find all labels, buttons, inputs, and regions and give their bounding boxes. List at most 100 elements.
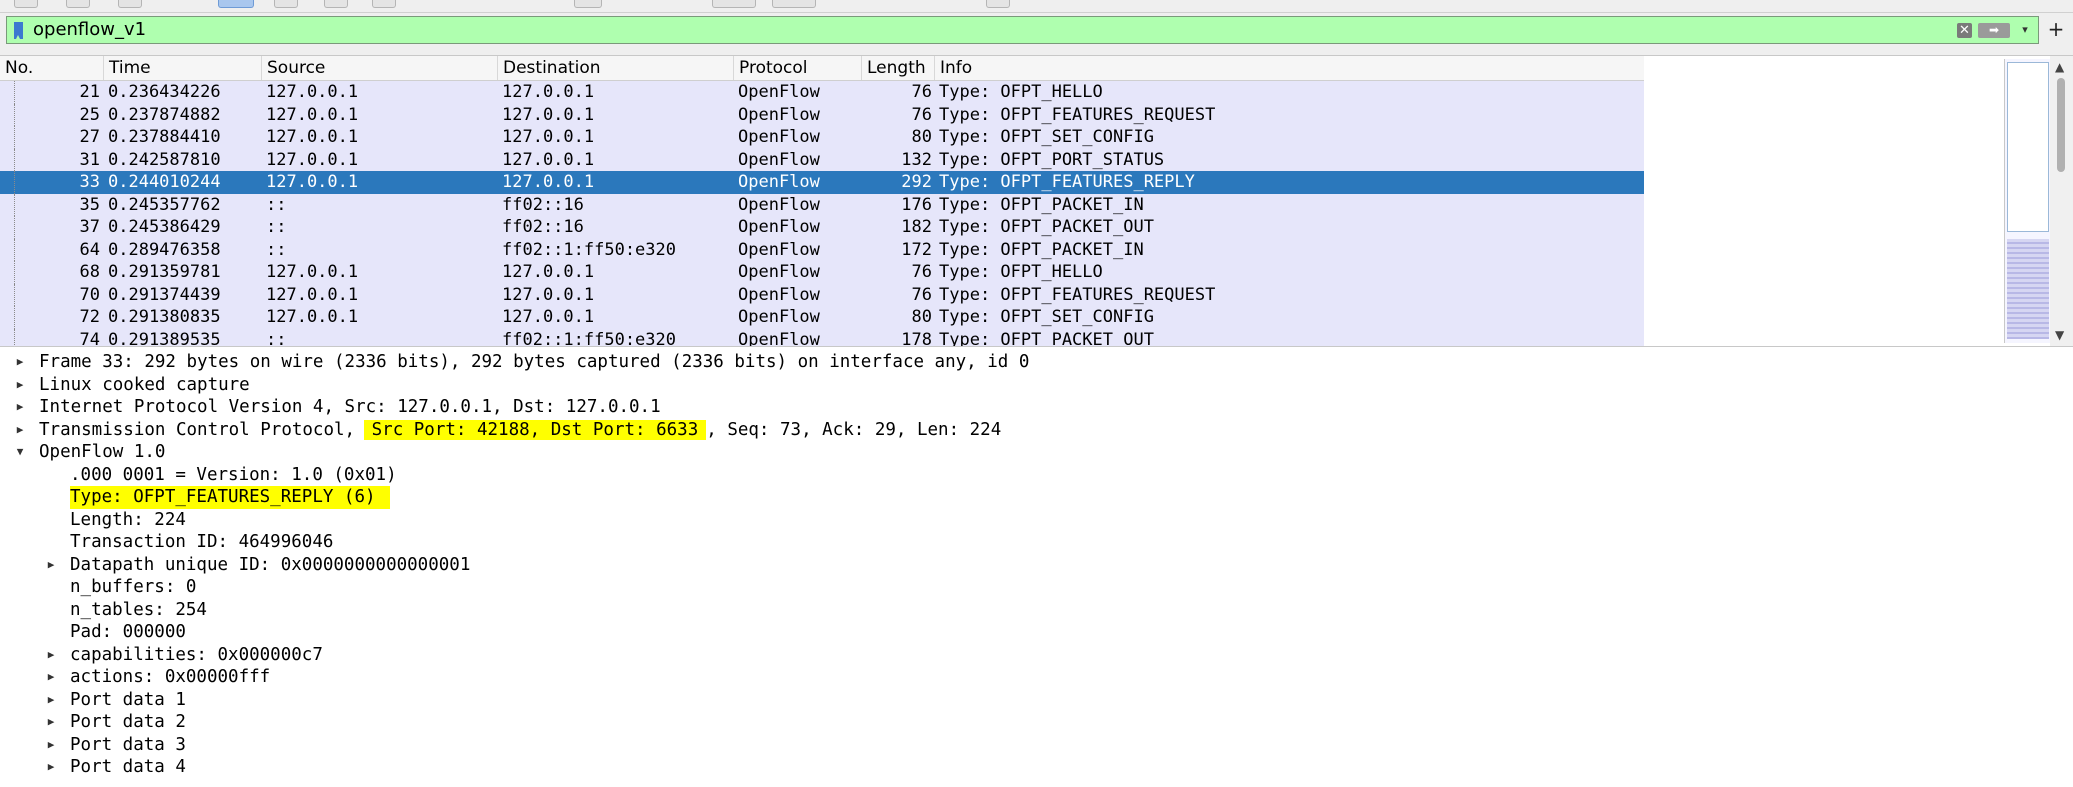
cell-no: 25 <box>79 104 100 125</box>
cell-time: 0.289476358 <box>108 239 221 260</box>
triangle-right-icon[interactable]: ▶ <box>45 711 57 734</box>
table-row[interactable]: 31 0.242587810 127.0.0.1 127.0.0.1 OpenFlow 1… <box>0 148 1644 171</box>
detail-type-highlight[interactable]: Type: OFPT_FEATURES_REPLY (6) <box>70 486 390 509</box>
add-filter-button[interactable]: + <box>2045 16 2067 42</box>
column-header-destination[interactable]: Destination <box>498 56 734 80</box>
cell-length: 178 <box>901 329 932 347</box>
cell-protocol: OpenFlow <box>738 104 820 125</box>
apply-arrow-icon[interactable]: ➡ <box>1978 23 2010 38</box>
table-row[interactable]: 21 0.236434226 127.0.0.1 127.0.0.1 OpenFlow 7… <box>0 81 1644 104</box>
chevron-down-icon[interactable]: ▾ <box>2018 21 2032 39</box>
cell-info: Type: OFPT_SET_CONFIG <box>939 127 1154 147</box>
display-filter-text[interactable]: openflow_v1 <box>33 19 146 41</box>
toolbar-button-active[interactable] <box>218 0 254 8</box>
triangle-right-icon[interactable]: ▶ <box>14 351 26 374</box>
detail-port-data-1[interactable]: Port data 1 <box>70 689 186 712</box>
detail-ipv4[interactable]: Internet Protocol Version 4, Src: 127.0.… <box>39 396 661 419</box>
table-row[interactable]: 72 0.291380835 127.0.0.1 127.0.0.1 OpenFlow 8… <box>0 306 1644 329</box>
table-row[interactable]: 64 0.289476358:: ff02::1:ff50:e320 OpenFlow… <box>0 238 1644 261</box>
table-row[interactable]: 68 0.291359781 127.0.0.1 127.0.0.1 OpenFlow 7… <box>0 261 1644 284</box>
toolbar-button[interactable] <box>274 0 298 8</box>
cell-protocol: OpenFlow <box>738 262 820 282</box>
triangle-right-icon[interactable]: ▶ <box>45 689 57 712</box>
cell-destination: ff02::16 <box>502 194 584 215</box>
detail-version[interactable]: .000 0001 = Version: 1.0 (0x01) <box>70 464 397 487</box>
detail-datapath-id[interactable]: Datapath unique ID: 0x0000000000000001 <box>70 554 470 577</box>
detail-actions[interactable]: actions: 0x00000fff <box>70 666 270 689</box>
toolbar-button[interactable] <box>66 0 90 8</box>
scroll-down-icon[interactable]: ▼ <box>2055 328 2064 342</box>
detail-length[interactable]: Length: 224 <box>70 509 186 532</box>
cell-destination: 127.0.0.1 <box>502 307 595 327</box>
column-header-source[interactable]: Source <box>262 56 498 80</box>
triangle-down-icon[interactable]: ▼ <box>14 441 26 464</box>
toolbar-button[interactable] <box>372 0 396 8</box>
triangle-right-icon[interactable]: ▶ <box>14 396 26 419</box>
triangle-right-icon[interactable]: ▶ <box>14 374 26 397</box>
clear-icon[interactable]: ✕ <box>1957 23 1972 38</box>
packet-list-scrollbar[interactable]: ▲ ▼ <box>2050 56 2073 346</box>
cell-source: 127.0.0.1 <box>266 172 359 192</box>
packet-list[interactable]: No. Time Source Destination Protocol Len… <box>0 55 2073 347</box>
display-filter-input[interactable]: openflow_v1 ✕ ➡ ▾ <box>6 16 2039 44</box>
column-header-length[interactable]: Length <box>862 56 935 80</box>
triangle-right-icon[interactable]: ▶ <box>45 734 57 757</box>
cell-length: 292 <box>901 172 932 192</box>
minimap-viewport[interactable] <box>2007 62 2049 232</box>
toolbar-button[interactable] <box>118 0 142 8</box>
scrollbar-thumb[interactable] <box>2057 78 2065 172</box>
triangle-right-icon[interactable]: ▶ <box>14 419 26 442</box>
triangle-right-icon[interactable]: ▶ <box>45 554 57 577</box>
detail-frame[interactable]: Frame 33: 292 bytes on wire (2336 bits),… <box>39 351 1029 374</box>
table-row[interactable]: 25 0.237874882 127.0.0.1 127.0.0.1 OpenFlow 7… <box>0 103 1644 126</box>
cell-no: 64 <box>79 239 100 260</box>
cell-destination: 127.0.0.1 <box>502 82 595 102</box>
toolbar-button[interactable] <box>14 0 38 8</box>
cell-destination: ff02::16 <box>502 217 584 237</box>
cell-no: 35 <box>79 194 100 215</box>
detail-port-data-3[interactable]: Port data 3 <box>70 734 186 757</box>
bookmark-icon[interactable] <box>14 22 23 39</box>
column-header-info[interactable]: Info <box>935 56 1644 80</box>
detail-openflow[interactable]: OpenFlow 1.0 <box>39 441 165 464</box>
triangle-right-icon[interactable]: ▶ <box>45 666 57 689</box>
table-row[interactable]: 27 0.237884410 127.0.0.1 127.0.0.1 OpenFlow 8… <box>0 126 1644 149</box>
triangle-right-icon[interactable]: ▶ <box>45 756 57 779</box>
toolbar-button[interactable] <box>324 0 348 8</box>
column-header-protocol[interactable]: Protocol <box>734 56 862 80</box>
detail-n-buffers[interactable]: n_buffers: 0 <box>70 576 196 599</box>
packet-rows: 21 0.236434226 127.0.0.1 127.0.0.1 OpenFlow 7… <box>0 81 1644 347</box>
packet-minimap[interactable] <box>2004 59 2051 343</box>
scroll-up-icon[interactable]: ▲ <box>2055 60 2064 74</box>
cell-no: 27 <box>79 127 100 147</box>
toolbar-button[interactable] <box>712 0 756 8</box>
triangle-right-icon[interactable]: ▶ <box>45 644 57 667</box>
detail-transaction-id[interactable]: Transaction ID: 464996046 <box>70 531 333 554</box>
detail-port-data-4[interactable]: Port data 4 <box>70 756 186 779</box>
cell-length: 80 <box>911 127 932 147</box>
cell-info: Type: OFPT_PACKET_OUT <box>939 217 1154 237</box>
detail-linux-cooked[interactable]: Linux cooked capture <box>39 374 250 397</box>
detail-pad[interactable]: Pad: 000000 <box>70 621 186 644</box>
toolbar-button[interactable] <box>986 0 1010 8</box>
table-row[interactable]: 70 0.291374439 127.0.0.1 127.0.0.1 OpenFlow 7… <box>0 283 1644 306</box>
table-row[interactable]: 37 0.245386429:: ff02::16 OpenFlow 182 Type: … <box>0 216 1644 239</box>
toolbar-button[interactable] <box>574 0 602 8</box>
cell-no: 74 <box>79 329 100 347</box>
column-header-no[interactable]: No. <box>0 56 104 80</box>
detail-tcp[interactable]: Transmission Control Protocol, Src Port:… <box>39 419 1001 442</box>
toolbar-button[interactable] <box>772 0 816 8</box>
detail-n-tables[interactable]: n_tables: 254 <box>70 599 207 622</box>
cell-no: 21 <box>79 82 100 102</box>
cell-source: 127.0.0.1 <box>266 82 359 102</box>
packet-list-header: No. Time Source Destination Protocol Len… <box>0 56 1644 81</box>
column-header-time[interactable]: Time <box>104 56 262 80</box>
packet-details[interactable]: ▶ Frame 33: 292 bytes on wire (2336 bits… <box>0 347 2073 787</box>
table-row[interactable]: 35 0.245357762:: ff02::16 OpenFlow 176 Type: … <box>0 193 1644 216</box>
table-row[interactable]: 74 0.291389535:: ff02::1:ff50:e320 OpenFlow… <box>0 328 1644 347</box>
cell-length: 76 <box>911 82 932 102</box>
detail-capabilities[interactable]: capabilities: 0x000000c7 <box>70 644 323 667</box>
cell-protocol: OpenFlow <box>738 284 820 305</box>
detail-port-data-2[interactable]: Port data 2 <box>70 711 186 734</box>
table-row-selected[interactable]: 33 0.244010244 127.0.0.1 127.0.0.1 OpenFlow 2… <box>0 171 1644 194</box>
